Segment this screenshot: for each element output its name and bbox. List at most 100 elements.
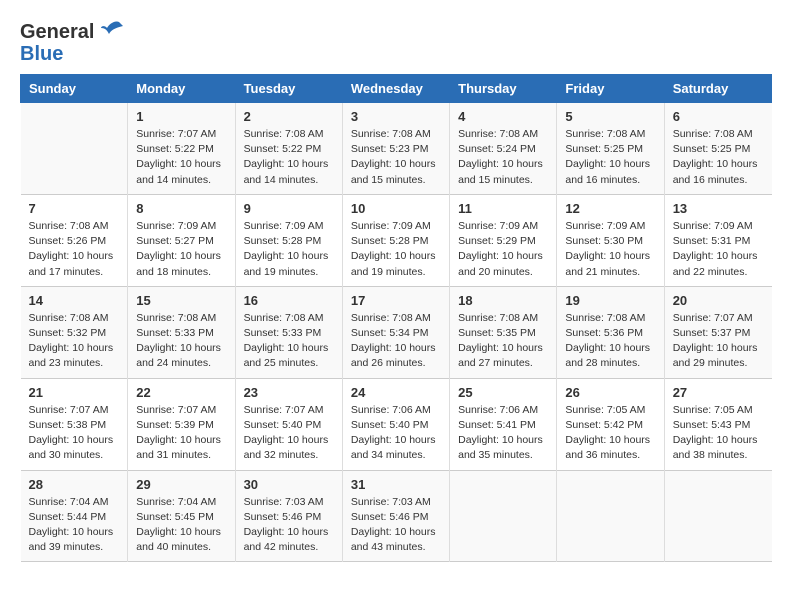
day-number: 7 (29, 201, 120, 216)
day-info: Sunrise: 7:03 AM Sunset: 5:46 PM Dayligh… (351, 495, 441, 556)
day-number: 27 (673, 385, 764, 400)
col-header-monday: Monday (128, 75, 235, 103)
day-number: 12 (565, 201, 655, 216)
logo-general: General (20, 20, 123, 44)
day-cell: 4 Sunrise: 7:08 AM Sunset: 5:24 PM Daylig… (450, 103, 557, 195)
day-info: Sunrise: 7:04 AM Sunset: 5:45 PM Dayligh… (136, 495, 226, 556)
day-info: Sunrise: 7:08 AM Sunset: 5:35 PM Dayligh… (458, 311, 548, 372)
day-cell (664, 470, 771, 562)
day-number: 29 (136, 477, 226, 492)
day-cell: 2 Sunrise: 7:08 AM Sunset: 5:22 PM Daylig… (235, 103, 342, 195)
day-info: Sunrise: 7:08 AM Sunset: 5:25 PM Dayligh… (565, 127, 655, 188)
day-info: Sunrise: 7:09 AM Sunset: 5:28 PM Dayligh… (244, 219, 334, 280)
col-header-tuesday: Tuesday (235, 75, 342, 103)
day-cell: 24Sunrise: 7:06 AM Sunset: 5:40 PM Dayli… (342, 378, 449, 470)
day-number: 3 (351, 109, 441, 124)
day-number: 5 (565, 109, 655, 124)
day-cell: 8Sunrise: 7:09 AM Sunset: 5:27 PM Daylig… (128, 194, 235, 286)
day-info: Sunrise: 7:07 AM Sunset: 5:37 PM Dayligh… (673, 311, 764, 372)
day-cell: 25 Sunrise: 7:06 AM Sunset: 5:41 PM Dayli… (450, 378, 557, 470)
day-info: Sunrise: 7:06 AM Sunset: 5:41 PM Dayligh… (458, 403, 548, 464)
day-cell: 10 Sunrise: 7:09 AM Sunset: 5:28 PM Dayli… (342, 194, 449, 286)
day-cell: 21 Sunrise: 7:07 AM Sunset: 5:38 PM Dayli… (21, 378, 128, 470)
day-number: 19 (565, 293, 655, 308)
week-row-5: 28Sunrise: 7:04 AM Sunset: 5:44 PM Dayli… (21, 470, 772, 562)
col-header-friday: Friday (557, 75, 664, 103)
day-info: Sunrise: 7:03 AM Sunset: 5:46 PM Dayligh… (244, 495, 334, 556)
col-header-sunday: Sunday (21, 75, 128, 103)
day-cell: 30 Sunrise: 7:03 AM Sunset: 5:46 PM Dayli… (235, 470, 342, 562)
day-cell: 5 Sunrise: 7:08 AM Sunset: 5:25 PM Daylig… (557, 103, 664, 195)
page-header: General Blue (20, 20, 772, 64)
day-cell: 20Sunrise: 7:07 AM Sunset: 5:37 PM Dayli… (664, 286, 771, 378)
day-number: 21 (29, 385, 120, 400)
week-row-3: 14 Sunrise: 7:08 AM Sunset: 5:32 PM Dayli… (21, 286, 772, 378)
day-info: Sunrise: 7:08 AM Sunset: 5:25 PM Dayligh… (673, 127, 764, 188)
col-header-saturday: Saturday (664, 75, 771, 103)
day-info: Sunrise: 7:09 AM Sunset: 5:29 PM Dayligh… (458, 219, 548, 280)
day-info: Sunrise: 7:08 AM Sunset: 5:26 PM Dayligh… (29, 219, 120, 280)
day-number: 2 (244, 109, 334, 124)
day-cell: 23 Sunrise: 7:07 AM Sunset: 5:40 PM Dayli… (235, 378, 342, 470)
day-cell: 28Sunrise: 7:04 AM Sunset: 5:44 PM Dayli… (21, 470, 128, 562)
week-row-2: 7 Sunrise: 7:08 AM Sunset: 5:26 PM Daylig… (21, 194, 772, 286)
day-cell: 14 Sunrise: 7:08 AM Sunset: 5:32 PM Dayli… (21, 286, 128, 378)
day-info: Sunrise: 7:07 AM Sunset: 5:40 PM Dayligh… (244, 403, 334, 464)
day-number: 30 (244, 477, 334, 492)
day-info: Sunrise: 7:08 AM Sunset: 5:34 PM Dayligh… (351, 311, 441, 372)
day-cell: 17Sunrise: 7:08 AM Sunset: 5:34 PM Dayli… (342, 286, 449, 378)
day-info: Sunrise: 7:08 AM Sunset: 5:32 PM Dayligh… (29, 311, 120, 372)
day-cell: 1 Sunrise: 7:07 AM Sunset: 5:22 PM Daylig… (128, 103, 235, 195)
day-number: 14 (29, 293, 120, 308)
col-header-wednesday: Wednesday (342, 75, 449, 103)
day-cell: 16Sunrise: 7:08 AM Sunset: 5:33 PM Dayli… (235, 286, 342, 378)
day-cell: 27 Sunrise: 7:05 AM Sunset: 5:43 PM Dayli… (664, 378, 771, 470)
col-header-thursday: Thursday (450, 75, 557, 103)
day-number: 8 (136, 201, 226, 216)
day-number: 6 (673, 109, 764, 124)
day-info: Sunrise: 7:09 AM Sunset: 5:31 PM Dayligh… (673, 219, 764, 280)
day-number: 13 (673, 201, 764, 216)
logo-blue: Blue (20, 44, 123, 64)
day-info: Sunrise: 7:07 AM Sunset: 5:39 PM Dayligh… (136, 403, 226, 464)
logo-bird-icon (101, 20, 123, 43)
day-cell: 6 Sunrise: 7:08 AM Sunset: 5:25 PM Daylig… (664, 103, 771, 195)
day-cell: 26Sunrise: 7:05 AM Sunset: 5:42 PM Dayli… (557, 378, 664, 470)
day-info: Sunrise: 7:05 AM Sunset: 5:43 PM Dayligh… (673, 403, 764, 464)
day-number: 4 (458, 109, 548, 124)
day-info: Sunrise: 7:09 AM Sunset: 5:30 PM Dayligh… (565, 219, 655, 280)
day-number: 23 (244, 385, 334, 400)
day-info: Sunrise: 7:08 AM Sunset: 5:36 PM Dayligh… (565, 311, 655, 372)
day-number: 18 (458, 293, 548, 308)
day-cell: 15Sunrise: 7:08 AM Sunset: 5:33 PM Dayli… (128, 286, 235, 378)
day-cell (450, 470, 557, 562)
day-cell: 11 Sunrise: 7:09 AM Sunset: 5:29 PM Dayli… (450, 194, 557, 286)
day-cell: 3 Sunrise: 7:08 AM Sunset: 5:23 PM Daylig… (342, 103, 449, 195)
day-number: 10 (351, 201, 441, 216)
day-info: Sunrise: 7:07 AM Sunset: 5:22 PM Dayligh… (136, 127, 226, 188)
day-number: 15 (136, 293, 226, 308)
day-cell: 31 Sunrise: 7:03 AM Sunset: 5:46 PM Dayli… (342, 470, 449, 562)
day-number: 26 (565, 385, 655, 400)
day-number: 31 (351, 477, 441, 492)
day-number: 9 (244, 201, 334, 216)
day-info: Sunrise: 7:07 AM Sunset: 5:38 PM Dayligh… (29, 403, 120, 464)
day-cell (21, 103, 128, 195)
day-cell: 19 Sunrise: 7:08 AM Sunset: 5:36 PM Dayli… (557, 286, 664, 378)
day-number: 25 (458, 385, 548, 400)
day-info: Sunrise: 7:08 AM Sunset: 5:22 PM Dayligh… (244, 127, 334, 188)
day-cell: 7 Sunrise: 7:08 AM Sunset: 5:26 PM Daylig… (21, 194, 128, 286)
day-number: 11 (458, 201, 548, 216)
day-number: 24 (351, 385, 441, 400)
day-number: 1 (136, 109, 226, 124)
day-cell: 18 Sunrise: 7:08 AM Sunset: 5:35 PM Dayli… (450, 286, 557, 378)
calendar-table: SundayMondayTuesdayWednesdayThursdayFrid… (20, 74, 772, 562)
day-info: Sunrise: 7:08 AM Sunset: 5:23 PM Dayligh… (351, 127, 441, 188)
day-info: Sunrise: 7:09 AM Sunset: 5:28 PM Dayligh… (351, 219, 441, 280)
logo: General Blue (20, 20, 123, 64)
day-info: Sunrise: 7:08 AM Sunset: 5:24 PM Dayligh… (458, 127, 548, 188)
day-cell: 13 Sunrise: 7:09 AM Sunset: 5:31 PM Dayli… (664, 194, 771, 286)
week-row-1: 1 Sunrise: 7:07 AM Sunset: 5:22 PM Daylig… (21, 103, 772, 195)
day-cell: 12 Sunrise: 7:09 AM Sunset: 5:30 PM Dayli… (557, 194, 664, 286)
day-number: 28 (29, 477, 120, 492)
